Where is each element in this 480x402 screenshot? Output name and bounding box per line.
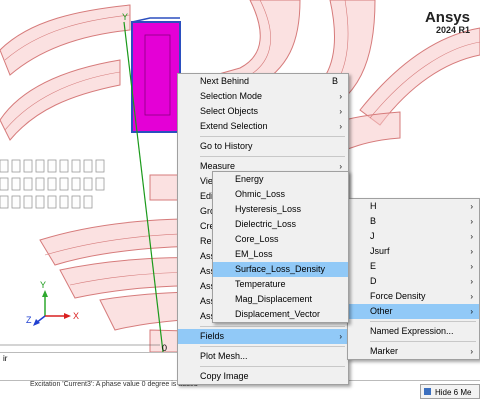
other-menu-item-label: Energy — [235, 174, 264, 184]
ruler-value: 0 — [162, 343, 168, 352]
submenu-arrow-icon: › — [470, 247, 473, 256]
other-menu-item-label: Hysteresis_Loss — [235, 204, 302, 214]
fields-menu-item-label: Force Density — [370, 291, 426, 301]
context-menu-item-go-to-history[interactable]: Go to History — [178, 139, 348, 154]
triad-label-z: Z — [26, 315, 32, 325]
context-menu-item-extend-selection[interactable]: Extend Selection › — [178, 119, 348, 134]
submenu-arrow-icon: › — [339, 122, 342, 131]
other-menu-item-em-loss[interactable]: EM_Loss — [213, 247, 348, 262]
context-menu-item-label: Select Objects — [200, 106, 259, 116]
context-menu-item-plot-mesh[interactable]: Plot Mesh... — [178, 349, 348, 364]
context-menu-item-label: Measure — [200, 161, 236, 171]
fields-menu-item-label: Marker — [370, 346, 399, 356]
other-menu-item-temperature[interactable]: Temperature — [213, 277, 348, 292]
submenu-arrow-icon: › — [339, 332, 342, 341]
brand-name: Ansys — [424, 9, 470, 26]
submenu-arrow-icon: › — [470, 277, 473, 286]
triad-label-x: X — [73, 311, 80, 321]
context-menu-item-select-objects[interactable]: Select Objects › — [178, 104, 348, 119]
brand-version: 2024 R1 — [435, 25, 470, 35]
ansys-brand: Ansys 2024 R1 — [425, 10, 470, 35]
other-menu-item-label: Mag_Displacement — [235, 294, 313, 304]
fields-menu-item-label: D — [370, 276, 377, 286]
fields-menu-item-label: B — [370, 216, 377, 226]
other-menu-item-energy[interactable]: Energy — [213, 172, 348, 187]
fields-menu-item-label: Other — [370, 306, 393, 316]
submenu-arrow-icon: › — [470, 262, 473, 271]
other-menu-item-surface-loss-density[interactable]: Surface_Loss_Density — [213, 262, 348, 277]
fields-menu-item-marker[interactable]: Marker › — [348, 344, 479, 359]
context-menu-item-label: Next Behind — [200, 76, 250, 86]
axis-label-y-top: Y — [122, 12, 129, 22]
context-menu-item-label: Copy Image — [200, 371, 249, 381]
fields-menu-item-force-density[interactable]: Force Density › — [348, 289, 479, 304]
fields-menu-item-jsurf[interactable]: Jsurf › — [348, 244, 479, 259]
other-submenu: Energy Ohmic_Loss Hysteresis_Loss Dielectri… — [212, 171, 349, 323]
bottom-tab-label[interactable]: ir — [3, 354, 7, 363]
submenu-arrow-icon: › — [470, 292, 473, 301]
other-menu-item-label: Core_Loss — [235, 234, 279, 244]
context-menu-item-label: Go to History — [200, 141, 253, 151]
fields-menu-item-label: E — [370, 261, 377, 271]
context-menu-item-shortcut: B — [331, 76, 338, 86]
fields-menu-item-label: J — [370, 231, 375, 241]
triad-label-y: Y — [40, 280, 47, 290]
other-menu-item-ohmic-loss[interactable]: Ohmic_Loss — [213, 187, 348, 202]
submenu-arrow-icon: › — [470, 202, 473, 211]
other-menu-item-mag-displacement[interactable]: Mag_Displacement — [213, 292, 348, 307]
fields-menu-item-named-expression[interactable]: Named Expression... — [348, 324, 479, 339]
context-menu-item-selection-mode[interactable]: Selection Mode › — [178, 89, 348, 104]
other-menu-item-label: Dielectric_Loss — [235, 219, 297, 229]
context-menu-item-label: Fields — [200, 331, 225, 341]
other-menu-item-label: Displacement_Vector — [235, 309, 321, 319]
fields-menu-item-b[interactable]: B › — [348, 214, 479, 229]
context-menu-item-copy-image[interactable]: Copy Image — [178, 369, 348, 384]
other-menu-item-core-loss[interactable]: Core_Loss — [213, 232, 348, 247]
submenu-arrow-icon: › — [470, 217, 473, 226]
context-menu-item-label: Selection Mode — [200, 91, 263, 101]
context-menu-item-next-behind[interactable]: Next Behind B — [178, 74, 348, 89]
fields-menu-item-label: H — [370, 201, 377, 211]
submenu-arrow-icon: › — [339, 107, 342, 116]
submenu-arrow-icon: › — [470, 307, 473, 316]
fields-menu-item-other[interactable]: Other › — [348, 304, 479, 319]
fields-menu-item-label: Jsurf — [370, 246, 390, 256]
message-icon — [424, 388, 431, 395]
submenu-arrow-icon: › — [339, 92, 342, 101]
submenu-arrow-icon: › — [470, 347, 473, 356]
other-menu-item-label: Temperature — [235, 279, 286, 289]
other-menu-item-label: Ohmic_Loss — [235, 189, 286, 199]
other-menu-item-displacement-vector[interactable]: Displacement_Vector — [213, 307, 348, 322]
context-menu-item-label: Extend Selection — [200, 121, 268, 131]
other-menu-item-dielectric-loss[interactable]: Dielectric_Loss — [213, 217, 348, 232]
fields-menu-item-j[interactable]: J › — [348, 229, 479, 244]
fields-submenu: H › B › J › Jsurf › E › D › Force Density › Other › Name… — [347, 198, 480, 360]
context-menu-item-label: Plot Mesh... — [200, 351, 248, 361]
hide-messages-label: Hide 6 Me — [435, 388, 472, 397]
fields-menu-item-d[interactable]: D › — [348, 274, 479, 289]
fields-menu-item-label: Named Expression... — [370, 326, 454, 336]
submenu-arrow-icon: › — [470, 232, 473, 241]
fields-menu-item-e[interactable]: E › — [348, 259, 479, 274]
fields-menu-item-h[interactable]: H › — [348, 199, 479, 214]
hide-messages-button[interactable]: Hide 6 Me — [420, 384, 480, 399]
other-menu-item-label: EM_Loss — [235, 249, 273, 259]
other-menu-item-hysteresis-loss[interactable]: Hysteresis_Loss — [213, 202, 348, 217]
message-text: Excitation 'Current3': A phase value 0 d… — [30, 381, 198, 388]
context-menu-item-fields[interactable]: Fields › — [178, 329, 348, 344]
other-menu-item-label: Surface_Loss_Density — [235, 264, 326, 274]
